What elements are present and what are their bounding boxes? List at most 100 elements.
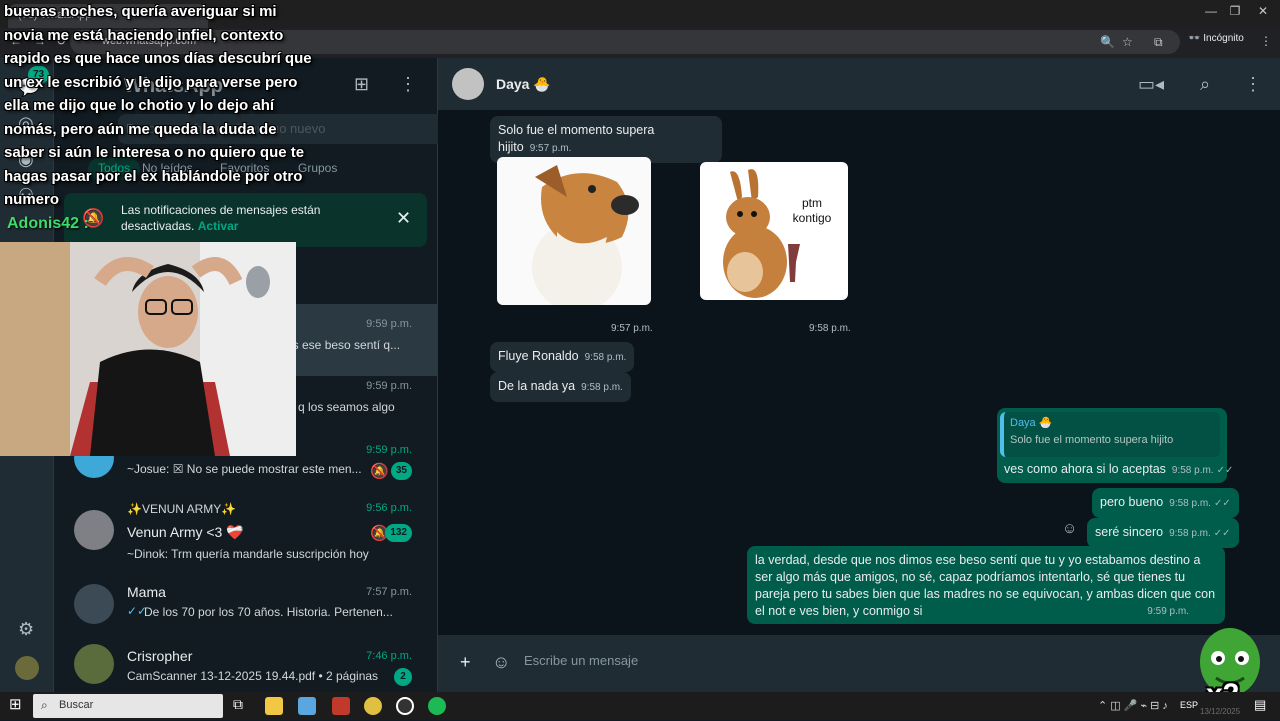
kangaroo-sticker[interactable]: ptm kontigo [700,162,848,300]
chat-row[interactable]: ✨VENUN ARMY✨ 9:56 p.m. Venun Army <3 ❤️‍… [54,498,438,570]
chat-preview: q los seamos algo [298,400,395,414]
chrome-icon[interactable] [364,697,382,715]
chat-header: Daya 🐣 ▭◂ ⌕ ⋮ [438,58,1280,110]
chat-menu-icon[interactable]: ⋮ [1244,75,1262,93]
webcam-overlay [0,242,296,456]
settings-icon[interactable]: ⚙ [18,620,34,638]
chat-row[interactable]: Mama 7:57 p.m. ✓✓ De los 70 por los 70 a… [54,572,438,644]
extension-icon[interactable]: ⧉ [1154,35,1163,50]
chat-avatar [74,644,114,684]
message-incoming[interactable]: Fluye Ronaldo 9:58 p.m. [490,342,635,372]
react-emoji-icon[interactable]: ☺ [1062,521,1077,536]
sticker-time: 9:57 p.m. [611,323,653,334]
message-time: 9:58 p.m. [581,382,623,393]
message-time: 9:59 p.m. [1147,606,1189,617]
kangaroo-illustration [723,169,800,298]
chat-name: Venun Army <3 ❤️‍🩹 [127,524,244,540]
search-chat-icon[interactable]: ⌕ [1200,75,1210,93]
quote-text: Solo fue el momento supera hijito [1010,434,1174,446]
chat-time: 9:59 p.m. [366,318,412,330]
obs-icon[interactable] [396,697,414,715]
new-chat-icon[interactable]: ⊞ [354,75,369,93]
browser-menu-icon[interactable]: ⋮ [1260,34,1272,48]
donation-question-overlay: buenas noches, quería averiguar si mi no… [4,3,312,208]
group-avatar [74,510,114,550]
menu-icon[interactable]: ⋮ [399,75,417,93]
message-time: 9:57 p.m. [529,143,572,154]
message-text: Fluye Ronaldo [498,349,579,363]
message-text: pero bueno [1100,495,1164,509]
message-text: la verdad, desde que nos dimos ese beso … [755,553,1216,618]
composer-placeholder: Escribe un mensaje [524,653,639,668]
incognito-label: Incógnito [1203,33,1244,44]
chat-group-tag: ✨VENUN ARMY✨ [127,502,237,516]
taskbar-search[interactable]: ⌕ Buscar [33,694,223,718]
attach-plus-icon[interactable]: + [460,653,471,671]
unread-badge: 35 [390,462,412,480]
delivered-check-icon: ✓✓ [1213,498,1231,509]
file-explorer-icon[interactable] [265,697,283,715]
default-avatar-icon [74,584,114,624]
zoom-icon[interactable]: 🔍 [1100,35,1115,49]
taskbar-search-label: Buscar [59,699,94,711]
donor-username: Adonis42 : [7,215,89,232]
task-view-icon[interactable]: ⧉ [233,697,243,711]
spotify-icon[interactable] [428,697,446,715]
chat-preview: ~Josue: ☒ No se puede mostrar este men..… [127,462,362,476]
sticker-time: 9:58 p.m. [809,323,851,334]
search-icon: ⌕ [41,698,48,712]
message-time: 9:58 p.m. [1169,498,1211,509]
incognito-indicator[interactable]: 👓 Incógnito [1188,33,1244,44]
video-call-icon[interactable]: ▭◂ [1138,75,1164,93]
chat-preview: os ese beso sentí q... [286,338,401,352]
message-text: seré sincero [1095,525,1164,539]
chat-preview: CamScanner 13-12-2025 19.44.pdf • 2 pági… [127,669,379,683]
message-time: 9:58 p.m. [584,352,627,363]
chat-time: 7:46 p.m. [366,650,412,662]
chat-time: 9:59 p.m. [366,380,412,392]
message-text: Solo fue el momento supera hijito [498,123,655,154]
streamer-webcam-image [0,242,296,456]
message-text: De la nada ya [498,379,576,393]
quote-author: Daya 🐣 [1010,417,1053,429]
message-incoming[interactable]: De la nada ya 9:58 p.m. [490,372,631,402]
profile-avatar[interactable] [15,656,39,680]
message-body: ves como ahora si lo aceptas [1004,462,1166,476]
contact-name[interactable]: Daya 🐣 [496,76,551,93]
bookmark-star-icon[interactable]: ☆ [1122,35,1133,49]
close-window-icon[interactable]: ✕ [1248,4,1278,18]
emoji-icon[interactable]: ☺ [492,653,510,671]
muted-icon: 🔕 [370,463,389,480]
language-indicator[interactable]: ESP [1180,700,1198,710]
chat-preview: De los 70 por los 70 años. Historia. Per… [144,605,393,619]
chat-name: Mama [127,584,166,600]
composer: + ☺ Escribe un mensaje [438,635,1280,692]
chat-time: 9:56 p.m. [366,502,412,514]
windows-start-icon[interactable]: ⊞ [9,697,22,712]
quoted-message[interactable]: Daya 🐣 Solo fue el momento supera hijito [1000,412,1220,457]
chat-time: 9:59 p.m. [366,444,412,456]
chat-time: 7:57 p.m. [366,586,412,598]
message-outgoing[interactable]: pero bueno 9:58 p.m. ✓✓ [1092,488,1239,518]
message-time: 9:58 p.m. [1169,528,1211,539]
taskbar-date: 13/12/2025 [1200,707,1241,716]
close-notification-icon[interactable]: ✕ [396,209,411,227]
chat-preview: ~Dinok: Trm quería mandarle suscripción … [127,547,369,561]
message-outgoing[interactable]: seré sincero 9:58 p.m. ✓✓ [1087,518,1239,548]
chat-name: Crisropher [127,648,193,664]
activate-link[interactable]: Activar [198,219,239,233]
dog-sticker[interactable] [497,157,651,305]
message-incoming[interactable]: Solo fue el momento supera hijito 9:57 p.… [490,116,722,163]
system-tray-icons[interactable]: ⌃ ◫ 🎤 ⌁ ⊟ ♪ [1098,699,1168,712]
contact-avatar[interactable] [452,68,484,100]
delivered-check-icon: ✓✓ [1213,528,1231,539]
message-outgoing[interactable]: la verdad, desde que nos dimos ese beso … [747,546,1225,624]
app-icon[interactable] [332,697,350,715]
notifications-icon[interactable]: ▤ [1254,698,1266,711]
sticker-caption: ptm kontigo [792,196,832,225]
message-input[interactable]: Escribe un mensaje [518,643,1218,681]
dog-illustration [532,165,639,305]
app-icon[interactable] [298,697,316,715]
delivered-check-icon: ✓✓ [1216,465,1234,476]
maximize-icon[interactable]: ❐ [1220,4,1250,18]
